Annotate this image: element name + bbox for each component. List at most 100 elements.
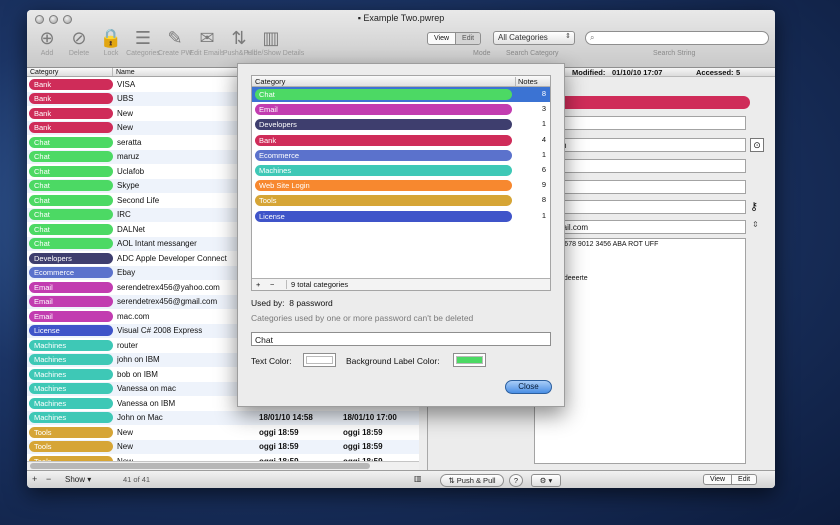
list-bottom-bar: + − Show ▾ 41 of 41 ▥ bbox=[27, 470, 427, 488]
entry-name: serendetrex456@gmail.com bbox=[117, 297, 218, 307]
category-count: 1 bbox=[541, 149, 546, 159]
window-title: ▪ Example Two.pwrep bbox=[357, 13, 445, 23]
category-badge: Bank bbox=[29, 107, 113, 119]
category-row[interactable]: Ecommerce 1 bbox=[252, 148, 550, 163]
category-badge: Bank bbox=[29, 122, 113, 134]
entry-name: VISA bbox=[117, 79, 136, 89]
username-field[interactable]: ellaro bbox=[534, 159, 746, 173]
category-badge: Chat bbox=[29, 194, 113, 206]
push-pull-icon: ⇅ bbox=[231, 28, 247, 48]
background-color-swatch[interactable] bbox=[453, 353, 486, 367]
gear-icon: ⚙ ▾ bbox=[539, 476, 553, 485]
category-row[interactable]: Email 3 bbox=[252, 102, 550, 117]
entry-name: Uclafob bbox=[117, 166, 145, 176]
category-label: Web Site Login bbox=[255, 180, 512, 192]
key-icon[interactable]: ⚷ bbox=[750, 200, 758, 213]
category-badge: Chat bbox=[29, 238, 113, 250]
horizontal-scrollbar[interactable] bbox=[27, 461, 419, 470]
category-count: 9 bbox=[541, 180, 546, 190]
category-count: 1 bbox=[541, 210, 546, 220]
categories-icon: ☰ bbox=[134, 28, 152, 48]
mode-view-button[interactable]: View bbox=[428, 33, 455, 44]
category-row[interactable]: Machines 6 bbox=[252, 163, 550, 178]
search-icon: ⌕ bbox=[590, 33, 595, 42]
accessed-value: 5 bbox=[736, 68, 741, 77]
show-select[interactable]: Show ▾ bbox=[61, 474, 99, 486]
category-row[interactable]: Bank 4 bbox=[252, 133, 550, 148]
select-arrows-icon: ⇕ bbox=[565, 33, 571, 40]
text-color-swatch[interactable] bbox=[303, 353, 336, 367]
search-input[interactable]: ⌕ bbox=[585, 31, 769, 45]
password-field[interactable]: •• bbox=[534, 200, 746, 214]
email-field[interactable]: 6@gmail.com bbox=[534, 220, 746, 234]
search-category-select[interactable]: All Categories ⇕ bbox=[493, 31, 575, 45]
notes-area[interactable]: : 1234 5678 9012 3456 ABA ROT UFF rd: ty… bbox=[534, 238, 746, 464]
entry-name: Vanessa on mac bbox=[117, 384, 176, 394]
category-label: Ecommerce bbox=[255, 149, 512, 161]
add-entry-button[interactable]: + bbox=[32, 474, 37, 484]
tool-hide-show-details-button[interactable]: ▥ Hide/Show Details bbox=[247, 26, 304, 57]
delete-note: Categories used by one or more password … bbox=[251, 313, 474, 323]
category-badge: Machines bbox=[29, 354, 113, 366]
mode-edit-button[interactable]: Edit bbox=[455, 33, 481, 44]
login-field[interactable]: ellaro bbox=[534, 180, 746, 194]
entry-name: seratta bbox=[117, 137, 142, 147]
list-item[interactable]: Machines John on Mac 18/01/10 14:58 18/01/1… bbox=[27, 410, 419, 425]
url-field[interactable]: isa.com bbox=[534, 138, 746, 152]
category-badge: Chat bbox=[29, 165, 113, 177]
push-pull-button[interactable]: ⇅ Push & Pull bbox=[440, 474, 504, 487]
entry-name: John on Mac bbox=[117, 413, 163, 423]
category-label: Email bbox=[255, 104, 512, 116]
entry-name: AOL Intant messanger bbox=[117, 239, 197, 249]
category-count: 8 bbox=[541, 89, 546, 98]
titlebar: ▪ Example Two.pwrep ⊕ Add ⊘ Delete 🔒 Lock ☰ Cat… bbox=[27, 10, 775, 68]
category-badge: Chat bbox=[29, 180, 113, 192]
remove-entry-button[interactable]: − bbox=[46, 474, 51, 484]
category-badge: Bank bbox=[29, 78, 113, 90]
close-button[interactable]: Close bbox=[505, 380, 552, 394]
background-color-label: Background Label Color: bbox=[346, 356, 440, 366]
column-view-icon[interactable]: ▥ bbox=[414, 474, 422, 483]
list-item[interactable]: Tools New oggi 18:59 oggi 18:59 bbox=[27, 425, 419, 440]
column-header-category[interactable]: Category bbox=[27, 68, 113, 76]
scrollbar-thumb[interactable] bbox=[30, 463, 370, 469]
delete-icon: ⊘ bbox=[71, 28, 87, 48]
category-name-input[interactable]: Chat bbox=[251, 332, 551, 346]
category-label-bar bbox=[534, 96, 750, 109]
help-button[interactable]: ? bbox=[509, 474, 523, 487]
categories-table: Category Notes Chat 8 Email 3 Developers 1 Ban… bbox=[251, 75, 551, 291]
category-row[interactable]: Chat 8 bbox=[252, 87, 550, 103]
detail-view-button[interactable]: View bbox=[704, 475, 731, 484]
accessed-label: Accessed: bbox=[696, 68, 734, 77]
column-header-category[interactable]: Category bbox=[255, 77, 285, 86]
category-row[interactable]: License 1 bbox=[252, 209, 550, 224]
categories-sheet: Category Notes Chat 8 Email 3 Developers 1 Ban… bbox=[237, 63, 565, 407]
category-badge: Machines bbox=[29, 339, 113, 351]
category-row[interactable]: Tools 8 bbox=[252, 193, 550, 208]
hide-show-details-icon: ▥ bbox=[262, 28, 280, 48]
column-header-notes[interactable]: Notes bbox=[515, 77, 538, 86]
title-field[interactable] bbox=[534, 116, 746, 130]
entry-name: Ebay bbox=[117, 268, 136, 278]
category-badge: Tools bbox=[29, 441, 113, 453]
mode-segmented-control: View Edit bbox=[427, 32, 482, 45]
category-row[interactable]: Developers 1 bbox=[252, 117, 550, 132]
entry-name: Skype bbox=[117, 181, 140, 191]
category-badge: Email bbox=[29, 281, 113, 293]
modified-value: 01/10/10 17:07 bbox=[612, 68, 663, 77]
stepper-icon[interactable]: ⇕ bbox=[752, 220, 759, 229]
go-url-icon[interactable]: ⊙ bbox=[750, 138, 764, 152]
category-row[interactable]: Web Site Login 9 bbox=[252, 178, 550, 193]
gear-menu-button[interactable]: ⚙ ▾ bbox=[531, 474, 561, 487]
detail-edit-button[interactable]: Edit bbox=[731, 475, 756, 484]
entry-name: New bbox=[117, 108, 134, 118]
entry-name: router bbox=[117, 340, 138, 350]
list-item[interactable]: Tools New oggi 18:59 oggi 18:59 bbox=[27, 439, 419, 454]
remove-category-button[interactable]: − bbox=[270, 280, 274, 289]
category-label: Machines bbox=[255, 164, 512, 176]
add-category-button[interactable]: + bbox=[256, 280, 260, 289]
entry-modified: 18/01/10 17:00 bbox=[343, 413, 397, 423]
entry-name: ADC Apple Developer Connect bbox=[117, 253, 227, 263]
create-pw-icon: ✎ bbox=[167, 28, 183, 48]
category-badge: Machines bbox=[29, 368, 113, 380]
